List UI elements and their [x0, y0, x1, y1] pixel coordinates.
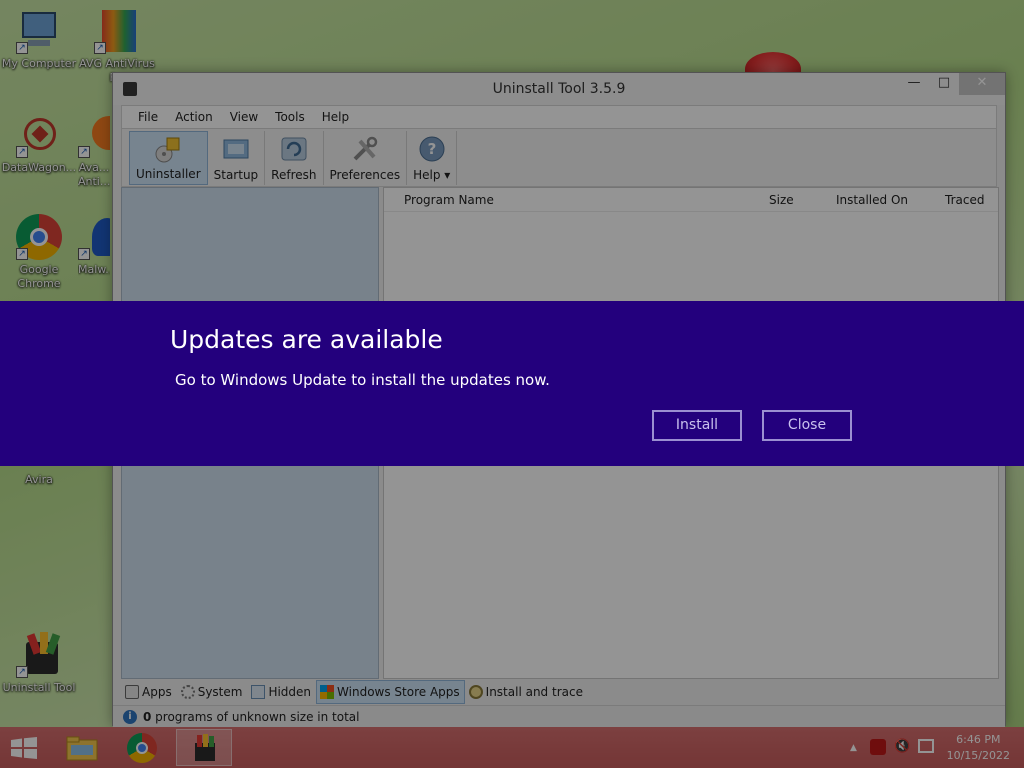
banner-title: Updates are available [170, 325, 443, 354]
banner-message: Go to Windows Update to install the upda… [175, 371, 550, 389]
install-button[interactable]: Install [652, 410, 742, 441]
close-button[interactable]: Close [762, 410, 852, 441]
update-banner: Updates are available Go to Windows Upda… [0, 301, 1024, 466]
